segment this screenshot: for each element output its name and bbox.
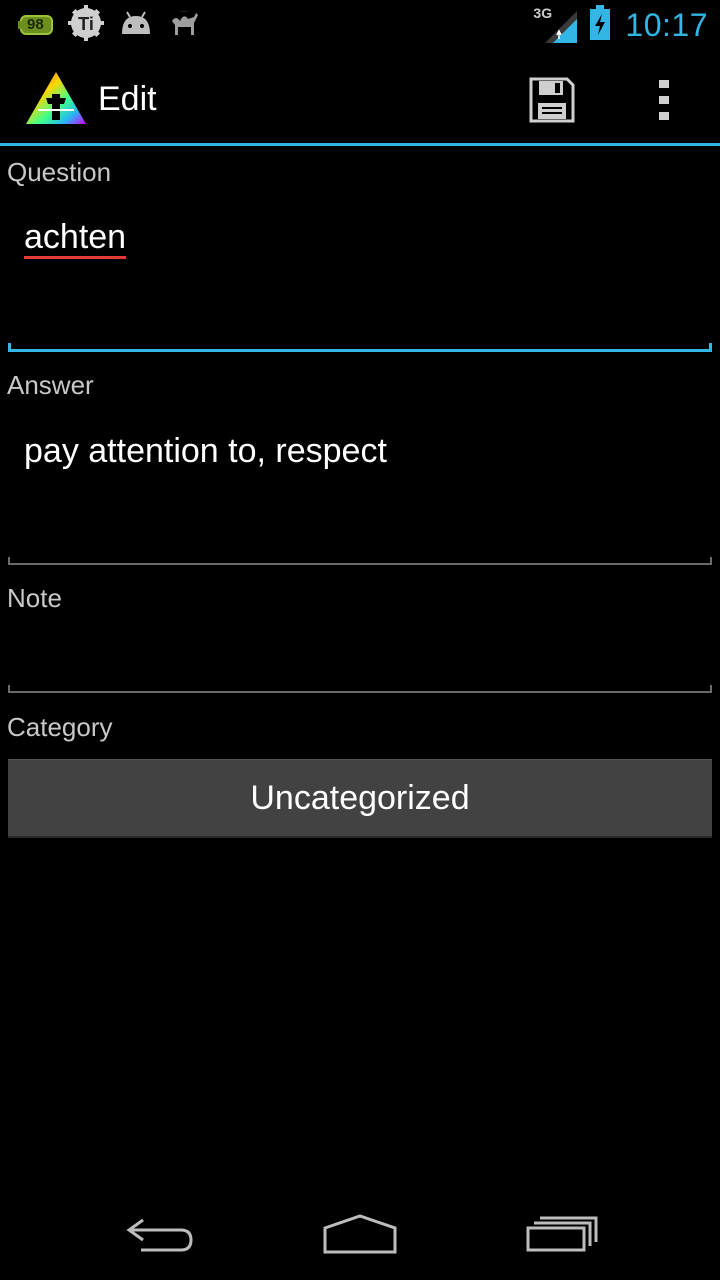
category-value: Uncategorized xyxy=(250,778,470,817)
question-field[interactable]: achten xyxy=(8,196,712,352)
note-field[interactable] xyxy=(8,622,712,693)
home-icon xyxy=(323,1214,397,1254)
note-underline-tick-left xyxy=(8,685,10,693)
recents-icon xyxy=(526,1216,598,1252)
question-underline-tick-left xyxy=(8,343,11,352)
answer-underline xyxy=(8,563,712,565)
note-underline xyxy=(8,691,712,693)
page-title: Edit xyxy=(98,80,157,118)
question-text: achten xyxy=(24,218,127,256)
answer-underline-tick-right xyxy=(710,557,712,565)
status-bar: 98 Ti ···· 3G 10:17 xyxy=(0,0,720,50)
answer-label: Answer xyxy=(7,370,94,400)
svg-text:Ti: Ti xyxy=(78,14,94,34)
battery-notification-icon: 98 xyxy=(18,14,54,36)
battery-icon xyxy=(589,4,611,46)
save-icon xyxy=(529,77,575,123)
question-underline xyxy=(8,349,712,352)
navigation-bar xyxy=(0,1184,720,1280)
question-label: Question xyxy=(7,157,112,187)
action-bar: Edit xyxy=(0,50,720,146)
note-underline-tick-right xyxy=(710,685,712,693)
note-label: Note xyxy=(7,583,62,613)
answer-text: pay attention to, respect xyxy=(24,432,387,470)
back-button[interactable] xyxy=(110,1204,210,1264)
svg-text:····: ···· xyxy=(180,9,188,15)
camel-icon: ···· xyxy=(168,7,200,44)
question-underline-tick-right xyxy=(709,343,712,352)
category-label: Category xyxy=(7,712,113,742)
overflow-menu-button[interactable] xyxy=(640,72,688,128)
android-icon xyxy=(118,8,154,43)
network-type-label: 3G xyxy=(533,5,553,21)
signal-icon: 3G xyxy=(533,5,581,45)
app-logo-icon[interactable] xyxy=(24,70,88,128)
answer-field[interactable]: pay attention to, respect xyxy=(8,410,712,565)
overflow-menu-icon xyxy=(659,80,669,120)
category-select-button[interactable]: Uncategorized xyxy=(8,759,712,838)
back-icon xyxy=(126,1218,193,1252)
system-status-icons: 3G 10:17 xyxy=(533,4,708,46)
notification-icons: 98 Ti ···· xyxy=(18,4,200,44)
save-button[interactable] xyxy=(522,72,582,128)
recents-button[interactable] xyxy=(512,1204,612,1264)
answer-underline-tick-left xyxy=(8,557,10,565)
titanium-icon: Ti xyxy=(68,4,104,46)
status-clock: 10:17 xyxy=(625,6,708,43)
battery-badge-text: 98 xyxy=(27,16,44,33)
home-button[interactable] xyxy=(310,1204,410,1264)
